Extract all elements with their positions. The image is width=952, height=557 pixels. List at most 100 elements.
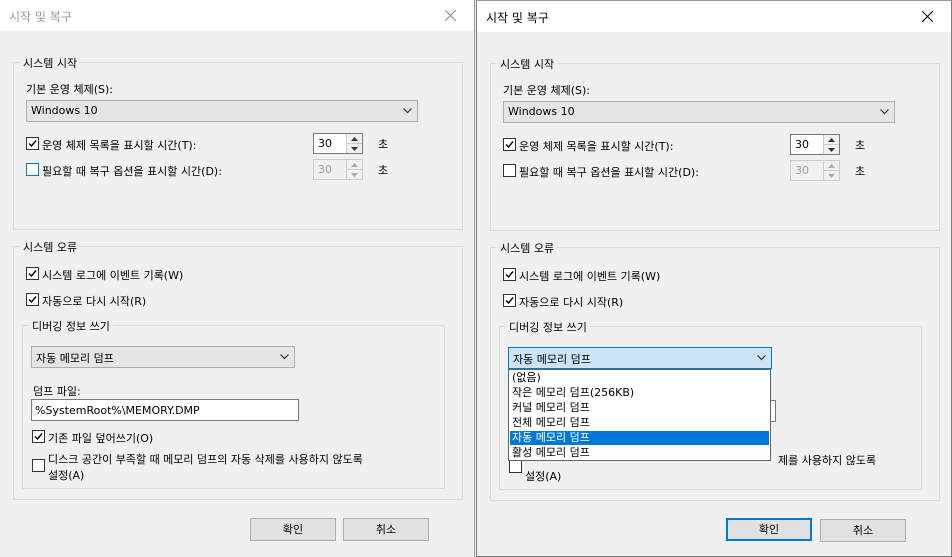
seconds-unit: 초 xyxy=(378,164,389,177)
write-event-checkbox[interactable] xyxy=(26,267,39,280)
checkmark-icon xyxy=(28,270,37,278)
dialog-title: 시작 및 복구 xyxy=(9,10,72,24)
checkmark-icon xyxy=(28,296,37,304)
dropdown-option[interactable]: 활성 메모리 덤프 xyxy=(510,446,769,460)
dump-file-value: %SystemRoot%\MEMORY.DMP xyxy=(35,404,200,417)
show-recovery-spinner[interactable]: 30 xyxy=(790,160,840,181)
spinner-buttons xyxy=(346,134,362,153)
disable-auto-delete-checkbox[interactable] xyxy=(509,460,522,473)
arrow-up-icon xyxy=(351,137,358,141)
spin-up-button[interactable] xyxy=(347,134,362,144)
show-recovery-spinner[interactable]: 30 xyxy=(313,159,363,180)
dialog-left: 시작 및 복구 시스템 시작 기본 운영 체제(S): Windows 10 운… xyxy=(0,0,475,557)
close-icon xyxy=(922,11,933,22)
checkmark-icon xyxy=(34,433,43,441)
checkmark-icon xyxy=(505,297,514,305)
arrow-down-icon xyxy=(351,173,358,177)
disable-auto-delete-label-2: 설정(A) xyxy=(525,470,562,483)
cancel-button[interactable]: 취소 xyxy=(820,519,906,542)
spinner-buttons xyxy=(823,135,839,154)
checkmark-icon xyxy=(28,140,37,148)
disable-auto-delete-checkbox[interactable] xyxy=(32,459,45,472)
checkmark-icon xyxy=(505,271,514,279)
checkmark-icon xyxy=(505,141,514,149)
startup-group-title: 시스템 시작 xyxy=(497,56,558,72)
failure-group-title: 시스템 오류 xyxy=(20,239,81,255)
spinner-buttons xyxy=(346,160,362,179)
chevron-down-icon xyxy=(757,355,766,361)
dropdown-option[interactable]: 커널 메모리 덤프 xyxy=(510,401,769,415)
debug-group-title: 디버깅 정보 쓰기 xyxy=(29,318,113,334)
auto-restart-label: 자동으로 다시 시작(R) xyxy=(519,296,624,309)
overwrite-label: 기존 파일 덮어쓰기(O) xyxy=(48,432,154,445)
show-list-label: 운영 체제 목록을 표시할 시간(T): xyxy=(42,139,197,152)
auto-restart-label: 자동으로 다시 시작(R) xyxy=(42,295,147,308)
debug-type-dropdown-list: (없음) 작은 메모리 덤프(256KB) 커널 메모리 덤프 전체 메모리 덤… xyxy=(508,369,771,461)
close-button[interactable] xyxy=(428,0,474,31)
default-os-label: 기본 운영 체제(S): xyxy=(503,84,590,97)
debug-type-select[interactable]: 자동 메모리 덤프 xyxy=(31,346,295,368)
show-recovery-value: 30 xyxy=(318,163,332,176)
write-event-label: 시스템 로그에 이벤트 기록(W) xyxy=(519,270,661,283)
dump-file-input[interactable]: %SystemRoot%\MEMORY.DMP xyxy=(31,399,299,421)
default-os-value: Windows 10 xyxy=(508,105,575,118)
chevron-down-icon xyxy=(880,109,889,115)
title-bar: 시작 및 복구 xyxy=(477,1,951,32)
show-recovery-checkbox[interactable] xyxy=(26,163,39,176)
chevron-down-icon xyxy=(280,354,289,360)
dropdown-option[interactable]: 전체 메모리 덤프 xyxy=(510,416,769,430)
show-list-spinner[interactable]: 30 xyxy=(790,134,840,155)
overwrite-checkbox[interactable] xyxy=(32,430,45,443)
dialog-right: 시작 및 복구 시스템 시작 기본 운영 체제(S): Windows 10 운… xyxy=(476,0,952,557)
spin-down-button[interactable] xyxy=(824,145,839,154)
spin-down-button[interactable] xyxy=(824,171,839,180)
debug-type-value: 자동 메모리 덤프 xyxy=(36,352,114,365)
chevron-down-icon xyxy=(403,108,412,114)
show-list-spinner[interactable]: 30 xyxy=(313,133,363,154)
close-button[interactable] xyxy=(905,1,951,32)
show-list-value: 30 xyxy=(795,138,809,151)
dropdown-option[interactable]: (없음) xyxy=(510,371,769,385)
debug-type-select[interactable]: 자동 메모리 덤프 xyxy=(508,347,772,369)
cancel-button[interactable]: 취소 xyxy=(343,518,429,541)
arrow-down-icon xyxy=(828,148,835,152)
write-event-label: 시스템 로그에 이벤트 기록(W) xyxy=(42,269,184,282)
show-recovery-label: 필요할 때 복구 옵션을 표시할 시간(D): xyxy=(42,165,222,178)
disable-auto-delete-label-visible: 제를 사용하지 않도록 xyxy=(778,454,877,467)
spinner-buttons xyxy=(823,161,839,180)
failure-group-title: 시스템 오류 xyxy=(497,240,558,256)
title-bar: 시작 및 복구 xyxy=(0,0,474,31)
debug-type-value: 자동 메모리 덤프 xyxy=(513,353,591,366)
close-icon xyxy=(445,10,456,21)
auto-restart-checkbox[interactable] xyxy=(503,294,516,307)
auto-restart-checkbox[interactable] xyxy=(26,293,39,306)
arrow-up-icon xyxy=(828,164,835,168)
ok-button[interactable]: 확인 xyxy=(250,518,336,541)
disable-auto-delete-label: 디스크 공간이 부족할 때 메모리 덤프의 자동 삭제를 사용하지 않도록 xyxy=(48,453,363,466)
debug-group-title: 디버깅 정보 쓰기 xyxy=(506,319,590,335)
default-os-select[interactable]: Windows 10 xyxy=(503,101,895,123)
show-list-checkbox[interactable] xyxy=(503,138,516,151)
startup-group-title: 시스템 시작 xyxy=(20,55,81,71)
show-recovery-checkbox[interactable] xyxy=(503,164,516,177)
show-recovery-value: 30 xyxy=(795,164,809,177)
dropdown-option[interactable]: 작은 메모리 덤프(256KB) xyxy=(510,386,769,400)
arrow-down-icon xyxy=(351,147,358,151)
show-recovery-label: 필요할 때 복구 옵션을 표시할 시간(D): xyxy=(519,166,699,179)
seconds-unit: 초 xyxy=(378,138,389,151)
dialog-title: 시작 및 복구 xyxy=(486,11,549,25)
spin-down-button[interactable] xyxy=(347,144,362,153)
spin-down-button[interactable] xyxy=(347,170,362,179)
seconds-unit: 초 xyxy=(855,139,866,152)
default-os-select[interactable]: Windows 10 xyxy=(26,100,418,122)
write-event-checkbox[interactable] xyxy=(503,268,516,281)
show-list-value: 30 xyxy=(318,137,332,150)
spin-up-button[interactable] xyxy=(824,135,839,145)
dropdown-option-selected[interactable]: 자동 메모리 덤프 xyxy=(510,431,769,445)
show-list-checkbox[interactable] xyxy=(26,137,39,150)
spin-up-button[interactable] xyxy=(824,161,839,171)
arrow-down-icon xyxy=(828,174,835,178)
arrow-up-icon xyxy=(351,163,358,167)
spin-up-button[interactable] xyxy=(347,160,362,170)
ok-button[interactable]: 확인 xyxy=(726,518,812,541)
